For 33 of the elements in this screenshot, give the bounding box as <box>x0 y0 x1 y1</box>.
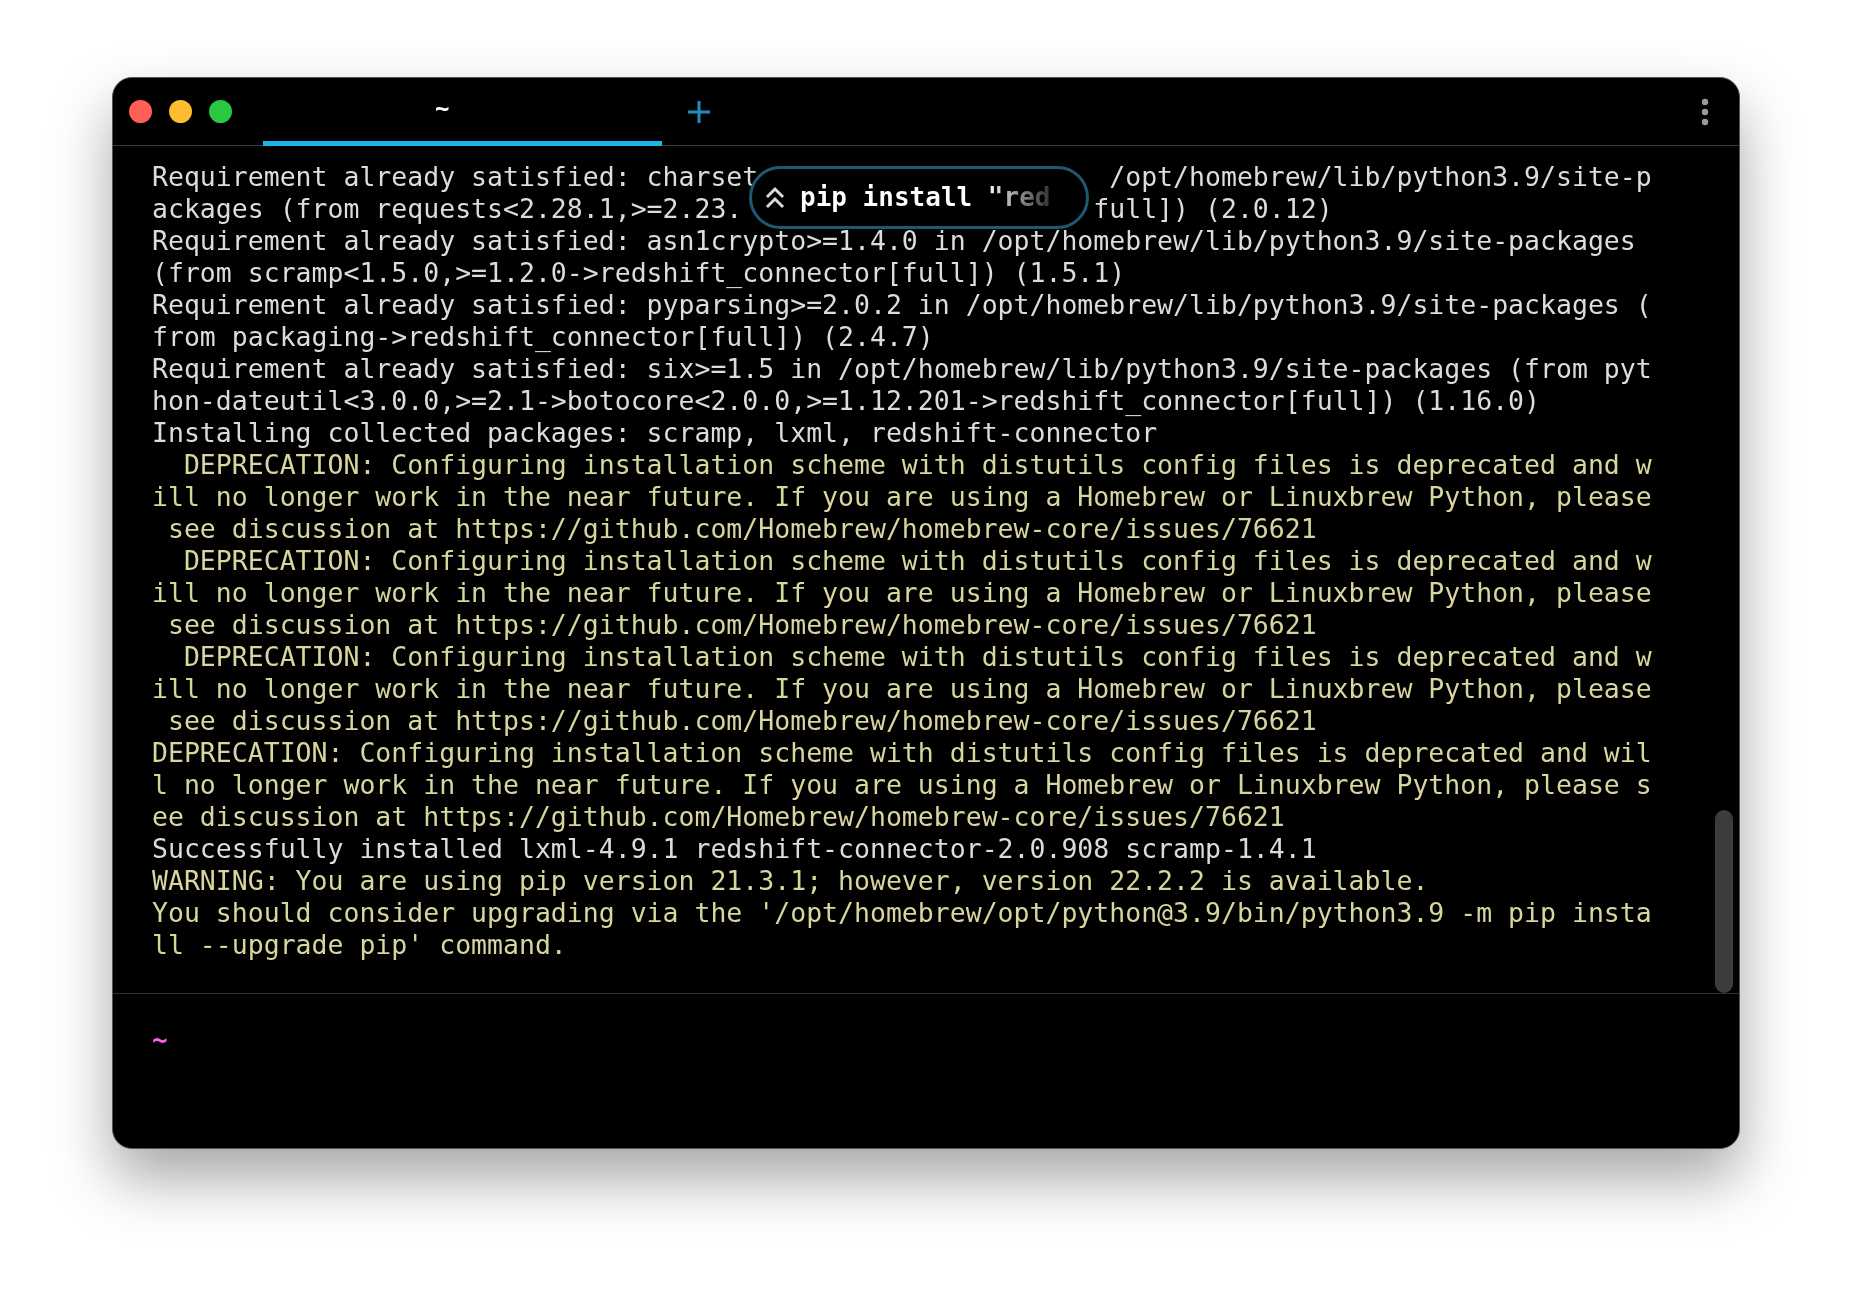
output-text: ackages (from requests<2.28.1,>=2.23. <box>152 193 743 225</box>
terminal-tab[interactable]: ~ <box>263 78 662 146</box>
double-chevron-up-icon <box>764 184 786 211</box>
output-text: Successfully installed lxml-4.9.1 redshift-connector-2.0.908 scramp-1.4.1 <box>152 833 1317 865</box>
prompt-symbol: ~ <box>152 1025 168 1055</box>
output-text: from packaging->redshift_connector[full]) (2.4.7) <box>152 321 934 353</box>
output-text: /opt/homebrew/lib/python3.9/site-p <box>1109 161 1652 193</box>
output-text: ll --upgrade pip' command. <box>152 929 567 961</box>
output-text: ill no longer work in the near future. If you are using a Homebrew or Linuxbrew Python, please <box>152 577 1652 609</box>
output-text: Installing collected packages: scramp, lxml, redshift-connector <box>152 417 1158 449</box>
minimize-button[interactable] <box>169 100 192 123</box>
output-text: Requirement already satisfied: pyparsing>=2.0.2 in /opt/homebrew/lib/python3.9/site-packages ( <box>152 289 1652 321</box>
output-text: You should consider upgrading via the '/opt/homebrew/opt/python@3.9/bin/python3.9 -m pip insta <box>152 897 1652 929</box>
output-text: DEPRECATION: Configuring installation scheme with distutils config files is deprecated and w <box>182 641 1652 673</box>
output-text: see discussion at https://github.com/Homebrew/homebrew-core/issues/76621 <box>166 513 1317 545</box>
output-text: ee discussion at https://github.com/Homebrew/homebrew-core/issues/76621 <box>152 801 1285 833</box>
output-text: Requirement already satisfied: six>=1.5 in /opt/homebrew/lib/python3.9/site-packages (from pyt <box>152 353 1652 385</box>
output-text: ill no longer work in the near future. If you are using a Homebrew or Linuxbrew Python, please <box>152 481 1652 513</box>
output-text: ill no longer work in the near future. If you are using a Homebrew or Linuxbrew Python, please <box>152 673 1652 705</box>
output-text: see discussion at https://github.com/Homebrew/homebrew-core/issues/76621 <box>166 705 1317 737</box>
output-text: hon-dateutil<3.0.0,>=2.1->botocore<2.0.0,>=1.12.201->redshift_connector[full]) (1.16.0) <box>152 385 1541 417</box>
output-text: DEPRECATION: Configuring installation scheme with distutils config files is deprecated and w <box>182 545 1652 577</box>
output-text: full]) (2.0.12) <box>1093 193 1333 225</box>
output-text: l no longer work in the near future. If you are using a Homebrew or Linuxbrew Python, please s <box>152 769 1652 801</box>
close-button[interactable] <box>129 100 152 123</box>
more-icon[interactable] <box>1701 97 1709 126</box>
output-text: DEPRECATION: Configuring installation scheme with distutils config files is deprecated and wil <box>152 737 1652 769</box>
plus-icon[interactable] <box>686 98 712 125</box>
output-text: WARNING: You are using pip version 21.3.1; however, version 22.2.2 is available. <box>152 865 1429 897</box>
zoom-button[interactable] <box>209 100 232 123</box>
output-text: see discussion at https://github.com/Homebrew/homebrew-core/issues/76621 <box>166 609 1317 641</box>
output-text: DEPRECATION: Configuring installation scheme with distutils config files is deprecated and w <box>182 449 1652 481</box>
output-text: (from scramp<1.5.0,>=1.2.0->redshift_connector[full]) (1.5.1) <box>152 257 1126 289</box>
